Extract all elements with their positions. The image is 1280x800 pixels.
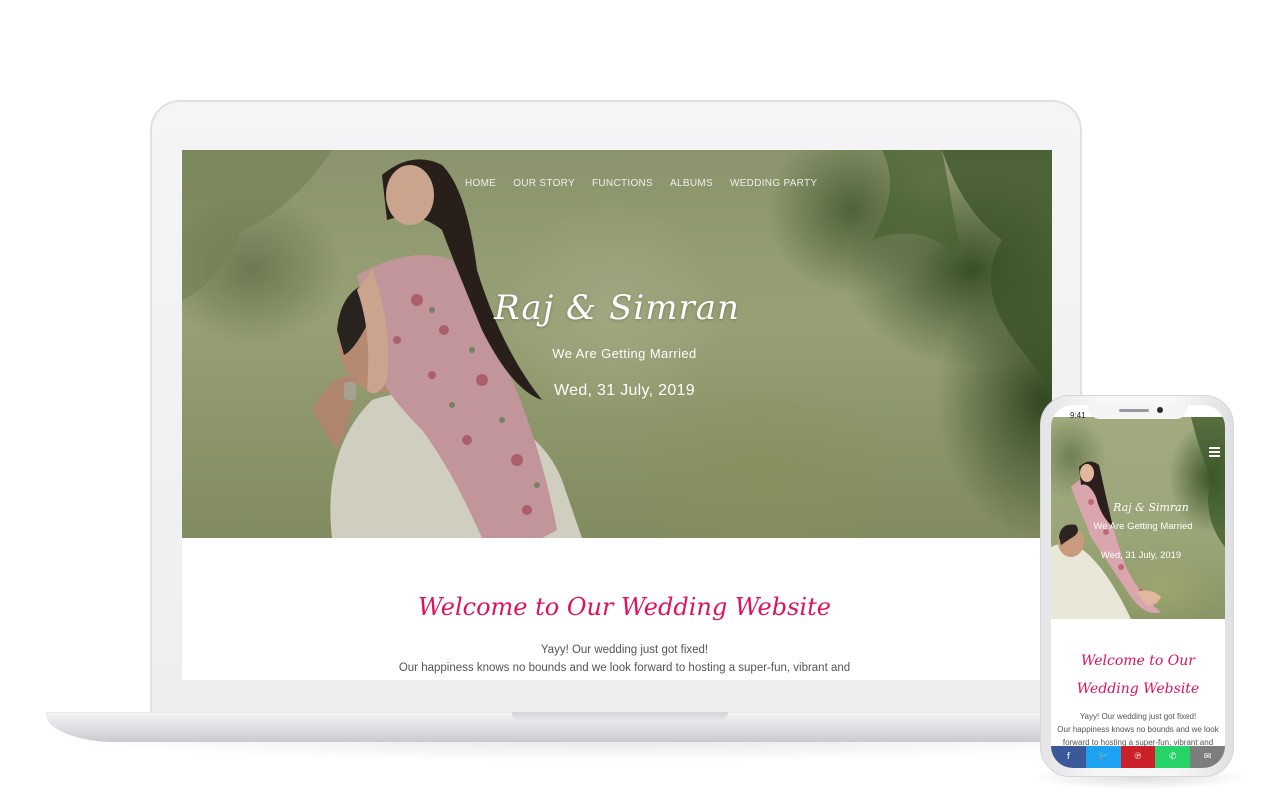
phone-speaker	[1119, 409, 1149, 412]
phone-camera	[1157, 407, 1163, 413]
hero-banner: HOME OUR STORY FUNCTIONS ALBUMS WEDDING …	[182, 150, 1052, 538]
top-navigation: HOME OUR STORY FUNCTIONS ALBUMS WEDDING …	[465, 178, 817, 189]
welcome-text: Yayy! Our wedding just got fixed! Our ha…	[182, 641, 1052, 677]
mobile-hero-tagline: We Are Getting Married	[1093, 521, 1193, 532]
nav-home[interactable]: HOME	[465, 178, 496, 189]
status-bar-time: 9:41	[1070, 411, 1086, 420]
welcome-heading: Welcome to Our Wedding Website	[418, 593, 831, 621]
mobile-wedding-date: Wed, 31 July, 2019	[1100, 550, 1182, 561]
nav-functions[interactable]: FUNCTIONS	[592, 178, 653, 189]
email-share-button[interactable]: ✉	[1190, 746, 1225, 768]
pinterest-share-button[interactable]: ℗	[1120, 746, 1156, 768]
mobile-welcome-text: Yayy! Our wedding just got fixed! Our ha…	[1051, 710, 1225, 749]
hero-tagline: We Are Getting Married	[552, 346, 697, 361]
nav-wedding-party[interactable]: WEDDING PARTY	[730, 178, 817, 189]
whatsapp-icon: ✆	[1169, 752, 1177, 762]
laptop-screen: HOME OUR STORY FUNCTIONS ALBUMS WEDDING …	[182, 150, 1052, 680]
twitter-share-button[interactable]: 🐦	[1085, 746, 1121, 768]
welcome-line-2: Our happiness knows no bounds and we loo…	[398, 662, 851, 674]
twitter-icon: 🐦	[1097, 752, 1109, 762]
hero-overlay	[182, 150, 1052, 538]
email-icon: ✉	[1203, 752, 1212, 762]
facebook-share-button[interactable]: f	[1051, 746, 1086, 768]
welcome-line-1: Yayy! Our wedding just got fixed!	[540, 644, 709, 656]
wedding-date: Wed, 31 July, 2019	[554, 382, 695, 399]
mobile-welcome-heading-line-2: Wedding Website	[1076, 681, 1200, 697]
share-bar: f 🐦 ℗ ✆ ✉	[1051, 746, 1225, 768]
facebook-icon: f	[1066, 752, 1070, 762]
mobile-text-line-2: Our happiness knows no bounds and we loo…	[1057, 725, 1219, 734]
pinterest-icon: ℗	[1133, 752, 1143, 762]
nav-our-story[interactable]: OUR STORY	[513, 178, 575, 189]
phone-screen: Raj & Simran We Are Getting Married Wed,…	[1051, 405, 1225, 768]
mobile-text-line-1: Yayy! Our wedding just got fixed!	[1079, 712, 1197, 721]
mobile-welcome-heading: Welcome to Our Wedding Website	[1065, 647, 1211, 703]
laptop-notch	[512, 712, 728, 721]
mobile-welcome-heading-line-1: Welcome to Our	[1081, 653, 1195, 669]
mobile-hero-banner: Raj & Simran We Are Getting Married Wed,…	[1051, 417, 1225, 619]
hamburger-menu-icon[interactable]	[1209, 447, 1220, 459]
whatsapp-share-button[interactable]: ✆	[1155, 746, 1191, 768]
phone-notch	[1088, 405, 1188, 419]
mobile-couple-names: Raj & Simran	[1113, 501, 1189, 514]
nav-albums[interactable]: ALBUMS	[670, 178, 713, 189]
mobile-hero-photo	[1051, 417, 1225, 619]
couple-names: Raj & Simran	[494, 288, 740, 328]
